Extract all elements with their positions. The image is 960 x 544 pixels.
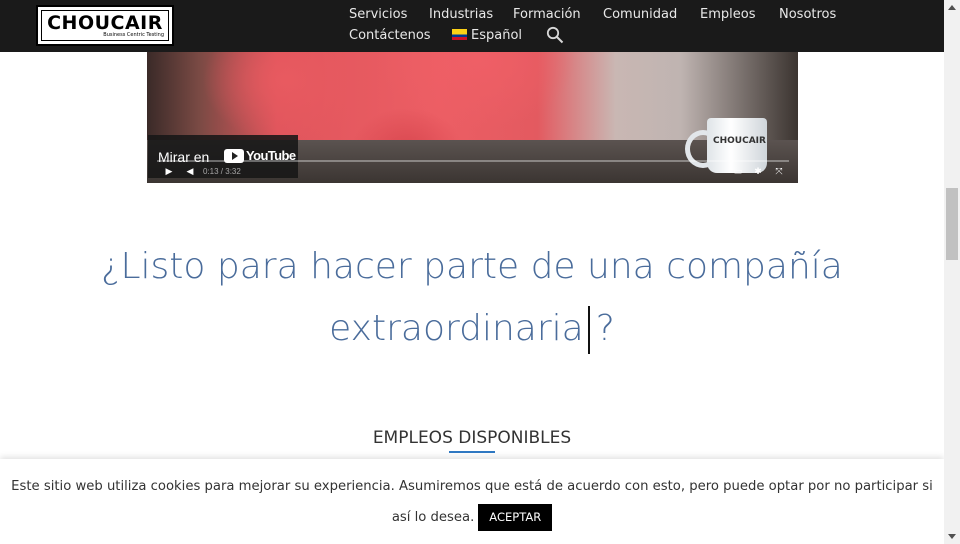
typing-cursor — [587, 306, 590, 354]
top-navigation-bar: CHOUCAIR Business Centric Testing Servic… — [0, 0, 944, 52]
captions-icon[interactable]: ▭ — [733, 166, 743, 176]
language-label: Español — [471, 28, 523, 43]
colombia-flag-icon — [452, 29, 467, 40]
scroll-down-arrow-icon[interactable] — [948, 534, 956, 539]
cookie-consent-bar: Este sitio web utiliza cookies para mejo… — [0, 459, 944, 544]
choucair-logo[interactable]: CHOUCAIR Business Centric Testing — [36, 5, 174, 46]
headline-line-2: extraordinaria? — [60, 298, 884, 360]
cookie-text: Este sitio web utiliza cookies para mejo… — [11, 479, 933, 525]
accept-cookies-button[interactable]: ACEPTAR — [478, 503, 553, 531]
scrollbar-thumb[interactable] — [946, 188, 958, 260]
language-selector[interactable]: Español — [452, 28, 522, 44]
nav-item-formacion[interactable]: Formación — [513, 7, 581, 23]
page-scrollbar[interactable] — [944, 0, 960, 544]
logo-wordmark: CHOUCAIR — [47, 12, 163, 34]
section-title-empleos: EMPLEOS DISPONIBLES — [372, 428, 572, 448]
nav-item-nosotros[interactable]: Nosotros — [779, 7, 836, 23]
mug-logo-text: CHOUCAIR — [713, 136, 766, 146]
nav-item-comunidad[interactable]: Comunidad — [603, 7, 677, 23]
page-headline: ¿Listo para hacer parte de una compañía … — [60, 236, 884, 360]
headline-line-1: ¿Listo para hacer parte de una compañía — [101, 246, 843, 287]
headline-question-mark: ? — [595, 308, 615, 349]
play-icon[interactable]: ▶ — [164, 166, 174, 176]
exit-fullscreen-icon[interactable]: ⤧ — [774, 166, 784, 176]
volume-icon[interactable]: ◀ — [185, 166, 195, 176]
nav-item-contactenos[interactable]: Contáctenos — [349, 28, 431, 44]
scroll-up-arrow-icon[interactable] — [948, 5, 956, 10]
nav-item-industrias[interactable]: Industrias — [429, 7, 493, 23]
logo-frame: CHOUCAIR Business Centric Testing — [41, 10, 169, 41]
watch-on-label: Mirar en — [158, 149, 210, 165]
video-time: 0:13 / 3:32 — [203, 167, 241, 176]
headline-typed-word: extraordinaria — [329, 308, 584, 349]
nav-item-servicios[interactable]: Servicios — [349, 7, 407, 23]
video-progress-bar[interactable] — [157, 160, 789, 162]
cookie-message: Este sitio web utiliza cookies para mejo… — [8, 471, 936, 533]
settings-gear-icon[interactable]: ✱ — [753, 166, 763, 176]
section-title-underline — [449, 451, 495, 453]
nav-item-empleos[interactable]: Empleos — [700, 7, 755, 23]
choucair-mug: CHOUCAIR — [707, 118, 767, 173]
logo-tagline: Business Centric Testing — [103, 32, 164, 38]
search-icon[interactable] — [546, 26, 564, 44]
